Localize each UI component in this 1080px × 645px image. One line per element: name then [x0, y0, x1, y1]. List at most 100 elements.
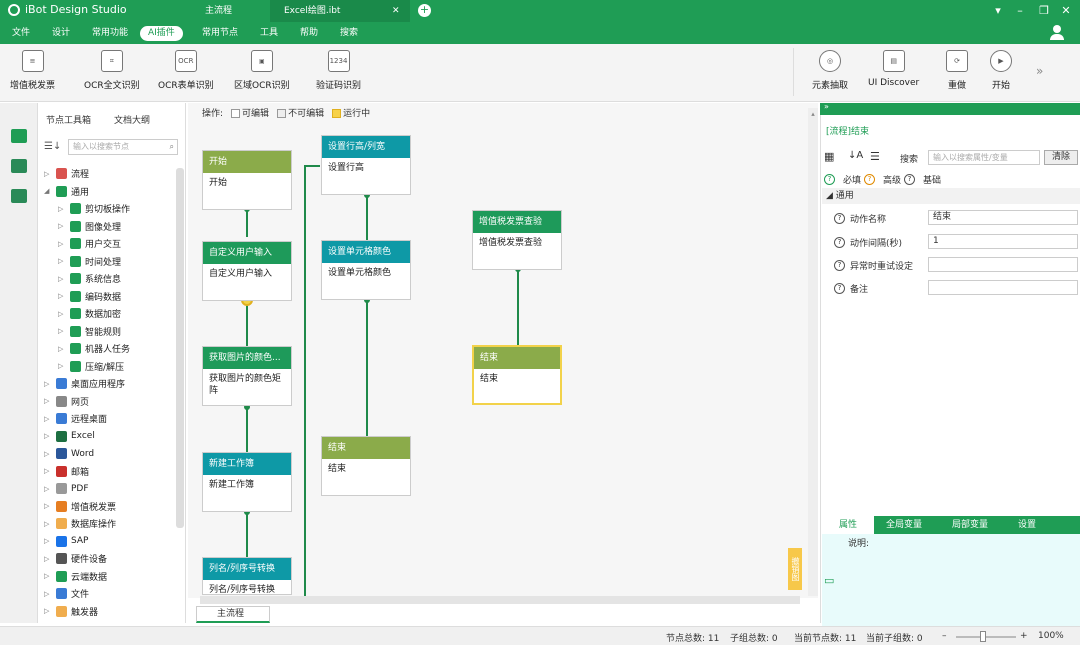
chevron-right-icon[interactable]: ▷ [44, 555, 52, 563]
tree-item[interactable]: ▷ 剪切板操作 [58, 200, 130, 217]
toolbox-icon[interactable] [11, 129, 27, 143]
prop-interval-input[interactable]: 1 [928, 234, 1078, 249]
captcha-button[interactable]: 1234 验证码识别 [316, 50, 361, 91]
property-search-input[interactable]: 输入以搜索属性/变量 [928, 150, 1040, 165]
tree-item[interactable]: ▷ 桌面应用程序 [44, 375, 125, 392]
chevron-right-icon[interactable]: ▷ [44, 502, 52, 510]
tree-item[interactable]: ▷ 数据加密 [58, 305, 121, 322]
tree-item[interactable]: ▷ Excel [44, 428, 95, 445]
tab-node-toolbox[interactable]: 节点工具箱 [46, 113, 91, 126]
ocr-full-button[interactable]: ⌗ OCR全文识别 [84, 50, 140, 91]
node-search-input[interactable]: 输入以搜索节点 ⌕ [68, 139, 178, 155]
chevron-right-icon[interactable]: ▷ [44, 397, 52, 405]
tree-item[interactable]: ▷ 机器人任务 [58, 340, 130, 357]
tree-item[interactable]: ▷ 网页 [44, 393, 89, 410]
tree-item[interactable]: ▷ 时间处理 [58, 253, 121, 270]
chevron-right-icon[interactable]: ▷ [58, 327, 66, 335]
menu-file[interactable]: 文件 [4, 26, 38, 41]
chevron-right-icon[interactable]: ▷ [58, 292, 66, 300]
zoom-out-button[interactable]: – [942, 631, 947, 641]
flow-node-custom-input[interactable]: 自定义用户输入 自定义用户输入 [202, 241, 292, 301]
tree-item[interactable]: ▷ 远程桌面 [44, 410, 107, 427]
tab-properties[interactable]: 属性 [822, 516, 874, 534]
chevron-right-icon[interactable]: ▷ [58, 362, 66, 370]
tree-item[interactable]: ▷ PDF [44, 480, 89, 497]
tree-item[interactable]: ▷ 数据库操作 [44, 515, 116, 532]
tree-item[interactable]: ▷ 压缩/解压 [58, 358, 124, 375]
menu-search[interactable]: 搜索 [332, 26, 366, 41]
tree-item[interactable]: ▷ SAP [44, 533, 88, 550]
chevron-right-icon[interactable]: ▷ [44, 537, 52, 545]
chat-icon[interactable]: ▭ [824, 574, 834, 587]
tree-item[interactable]: ▷ 增值税发票 [44, 498, 116, 515]
collapse-arrow-icon[interactable]: » [824, 102, 829, 111]
filter-advanced[interactable]: 高级 [883, 173, 901, 186]
chevron-right-icon[interactable]: ▷ [58, 257, 66, 265]
chevron-right-icon[interactable]: ▷ [44, 485, 52, 493]
chevron-right-icon[interactable]: ▷ [44, 520, 52, 528]
filter-required[interactable]: 必填 [843, 173, 861, 186]
flow-node-end-1[interactable]: 结束 结束 [321, 436, 411, 496]
element-extract-button[interactable]: ◎ 元素抽取 [812, 50, 848, 91]
chevron-right-icon[interactable]: ▷ [44, 170, 52, 178]
restore-icon[interactable]: ❐ [1036, 3, 1052, 19]
menu-help[interactable]: 帮助 [292, 26, 326, 41]
tab-excel-file[interactable]: Excel绘图.ibt ✕ [270, 0, 410, 22]
tab-settings[interactable]: 设置 [1018, 516, 1036, 534]
zoom-in-button[interactable]: + [1020, 631, 1028, 641]
indent-icon[interactable]: ☰ [870, 150, 880, 163]
ocr-region-button[interactable]: ▣ 区域OCR识别 [234, 50, 290, 91]
chevron-right-icon[interactable]: ▷ [44, 450, 52, 458]
scroll-up-icon[interactable]: ▴ [809, 110, 817, 118]
toolbox-scrollbar[interactable] [176, 168, 184, 528]
menu-ai-plugin[interactable]: AI插件 [140, 26, 183, 41]
minimize-icon[interactable]: – [1012, 3, 1028, 19]
canvas-horizontal-scrollbar[interactable] [200, 596, 800, 604]
ui-discover-button[interactable]: ▤ UI Discover [868, 50, 919, 88]
chevron-right-icon[interactable]: ▷ [58, 345, 66, 353]
redo-button[interactable]: ⟳ 重做 [946, 50, 968, 91]
tree-item[interactable]: ▷ 用户交互 [58, 235, 121, 252]
zoom-slider-handle[interactable] [980, 631, 986, 642]
flow-node-image-color[interactable]: 获取图片的颜色... 获取图片的颜色矩阵 [202, 346, 292, 406]
prop-remark-input[interactable] [928, 280, 1078, 295]
chevron-right-icon[interactable]: ▷ [58, 310, 66, 318]
tree-item[interactable]: ▷ 触发器 [44, 603, 98, 620]
chevron-right-icon[interactable]: ▷ [44, 415, 52, 423]
canvas-vertical-scrollbar[interactable]: ▴ [808, 108, 818, 596]
chevron-right-icon[interactable]: ▷ [44, 607, 52, 615]
close-window-icon[interactable]: ✕ [1058, 3, 1074, 19]
list-view-icon[interactable]: ▦ [824, 150, 834, 163]
flow-node-cell-color[interactable]: 设置单元格颜色 设置单元格颜色 [321, 240, 411, 300]
ocr-form-button[interactable]: OCR OCR表单识别 [158, 50, 214, 91]
flow-node-row-height[interactable]: 设置行高/列宽 设置行高 [321, 135, 411, 195]
filter-basic[interactable]: 基础 [923, 173, 941, 186]
undo-history-tab[interactable]: 撤销图 [788, 548, 802, 590]
tree-item[interactable]: ▷ 流程 [44, 165, 89, 182]
prop-action-name-input[interactable]: 结束 [928, 210, 1078, 225]
invoice-button[interactable]: ≡ 增值税发票 [10, 50, 55, 91]
dropdown-icon[interactable]: ▾ [990, 3, 1006, 19]
chevron-right-icon[interactable]: ▷ [58, 240, 66, 248]
tree-item[interactable]: ▷ 云端数据 [44, 568, 107, 585]
user-icon[interactable] [1050, 25, 1064, 41]
sort-icon[interactable]: ☰↓ [44, 141, 61, 152]
tab-global-variables[interactable]: 全局变量 [886, 516, 922, 534]
chevron-down-icon[interactable]: ◢ [44, 187, 52, 195]
prop-retry-input[interactable] [928, 257, 1078, 272]
tree-item[interactable]: ▷ 编码数据 [58, 288, 121, 305]
tree-item[interactable]: ▷ 智能规则 [58, 323, 121, 340]
close-tab-icon[interactable]: ✕ [392, 0, 400, 22]
chevron-right-icon[interactable]: ▷ [58, 205, 66, 213]
tree-item[interactable]: ▷ 图像处理 [58, 218, 121, 235]
tree-item[interactable]: ▷ 硬件设备 [44, 550, 107, 567]
chevron-right-icon[interactable]: ▷ [44, 380, 52, 388]
tab-main-flow[interactable]: 主流程 [205, 0, 232, 22]
tab-local-variables[interactable]: 局部变量 [952, 516, 988, 534]
flow-node-column-convert[interactable]: 列名/列序号转换 列名/列序号转换 [202, 557, 292, 595]
start-button[interactable]: ▶ 开始 [990, 50, 1012, 91]
chevron-right-icon[interactable]: ▷ [58, 275, 66, 283]
tree-item[interactable]: ▷ Word [44, 445, 94, 462]
menu-design[interactable]: 设计 [44, 26, 78, 41]
search-icon[interactable]: ⌕ [170, 140, 174, 154]
